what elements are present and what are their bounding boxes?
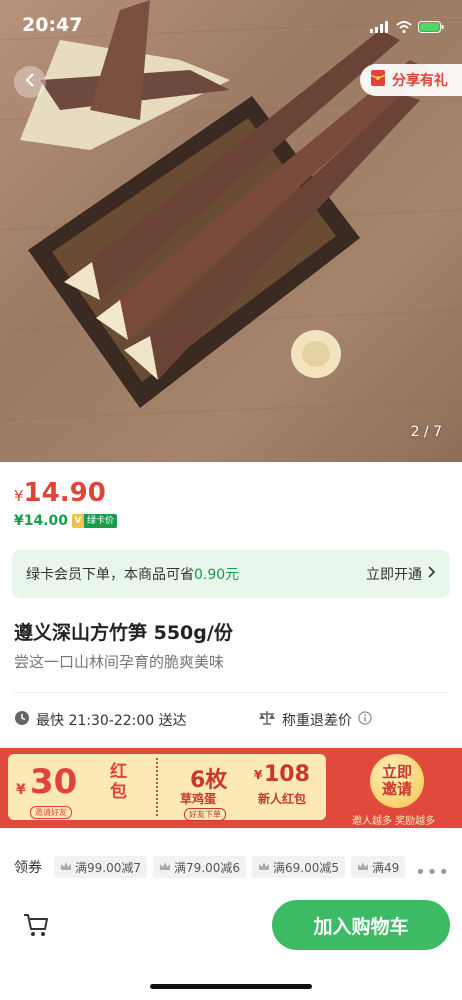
divider (14, 692, 448, 693)
coupon-row[interactable]: 领券 满99.00减7 满79.00减6 满69.00减5 满49 (14, 856, 462, 878)
crown-icon (258, 860, 270, 874)
red-envelope-icon (370, 69, 386, 91)
invite-slogan: 邀人越多 奖励越多 (352, 816, 436, 827)
coupon1-unit: 红包 (110, 762, 127, 802)
coupon2-name: 草鸡蛋 (180, 792, 217, 806)
coupon3-name: 新人红包 (258, 792, 307, 806)
status-bar: 20:47 (0, 0, 462, 52)
product-subtitle: 尝这一口山林间孕育的脆爽美味 (14, 653, 225, 671)
red-packet-coupon: ¥ 30 红包 邀请好友 (8, 754, 156, 820)
coupon1-tag: 邀请好友 (30, 806, 72, 819)
coupons-label: 领券 (14, 860, 42, 876)
green-card-banner[interactable]: 绿卡会员下单，本商品可省0.90元 立即开通 (12, 550, 450, 598)
delivery-info: 最快 21:30-22:00 送达 (14, 710, 187, 730)
clock-icon (14, 710, 30, 730)
saving-amount: 0.90元 (194, 567, 240, 583)
status-icons (370, 18, 444, 37)
scale-icon (258, 710, 276, 730)
weigh-refund-label: 称重退差价 (282, 713, 352, 729)
current-price: ¥14.90 (14, 478, 106, 508)
coupon-chip-label: 满99.00减7 (75, 860, 141, 875)
coupon1-currency: ¥ (16, 782, 26, 798)
coupon-chip[interactable]: 满69.00减5 (252, 856, 345, 878)
chevron-right-icon (428, 566, 436, 582)
chevron-left-icon (24, 72, 36, 92)
clock: 20:47 (22, 14, 83, 36)
coupon2-tag: 好友下单 (184, 808, 226, 821)
vip-badge-icon: V (72, 514, 85, 528)
crown-icon (60, 860, 72, 874)
gift-coupons: 6枚 草鸡蛋 好友下单 ¥ 108 新人红包 (158, 754, 326, 821)
home-indicator (150, 984, 312, 989)
coupon1-value: 30 (30, 762, 78, 802)
promo-coupons: ¥ 30 红包 邀请好友 6枚 草鸡蛋 好友下单 ¥ 108 新人红包 (8, 754, 326, 821)
image-page-indicator: 2 / 7 (410, 424, 442, 440)
crown-icon (159, 860, 171, 874)
coupon3-currency: ¥ (254, 768, 263, 782)
coupon-chip-label: 满79.00减6 (174, 860, 240, 875)
coupon-chip[interactable]: 满79.00减6 (153, 856, 246, 878)
product-title: 遵义深山方竹笋 550g/份 (14, 622, 233, 644)
share-label: 分享有礼 (392, 73, 448, 89)
more-coupons-icon[interactable]: ••• (415, 862, 450, 883)
delivery-time: 最快 21:30-22:00 送达 (36, 713, 187, 729)
info-icon (358, 711, 372, 729)
green-card-badge: V 绿卡价 (72, 514, 118, 528)
price-value: 14.90 (23, 478, 106, 508)
back-button[interactable] (14, 66, 46, 98)
signal-icon (370, 18, 390, 37)
coupon-chip-label: 满49 (372, 860, 400, 875)
coupon-chip[interactable]: 满49 (351, 856, 406, 878)
open-green-card-label: 立即开通 (366, 567, 422, 583)
coupon-chip[interactable]: 满99.00减7 (54, 856, 147, 878)
invite-now-label: 立即邀请 (381, 763, 412, 798)
currency-symbol: ¥ (14, 487, 24, 505)
wifi-icon (396, 18, 412, 37)
member-price: ¥14.00 (14, 513, 69, 529)
add-to-cart-button[interactable]: 加入购物车 (272, 900, 450, 950)
coupon3-value: 108 (264, 762, 310, 787)
green-card-text: 绿卡会员下单，本商品可省0.90元 (26, 564, 239, 584)
member-price-row: ¥14.00 V 绿卡价 (14, 513, 118, 529)
weigh-refund-info[interactable]: 称重退差价 (258, 710, 372, 730)
share-button[interactable]: 分享有礼 (360, 64, 462, 96)
coupon-chip-label: 满69.00减5 (273, 860, 339, 875)
green-card-text-prefix: 绿卡会员下单，本商品可省 (26, 567, 194, 583)
green-card-badge-label: 绿卡价 (84, 514, 118, 528)
crown-icon (357, 860, 369, 874)
invite-now-button[interactable]: 立即邀请 (370, 754, 424, 808)
open-green-card-link[interactable]: 立即开通 (366, 564, 436, 584)
battery-icon (418, 18, 444, 37)
cart-icon[interactable] (22, 910, 50, 942)
